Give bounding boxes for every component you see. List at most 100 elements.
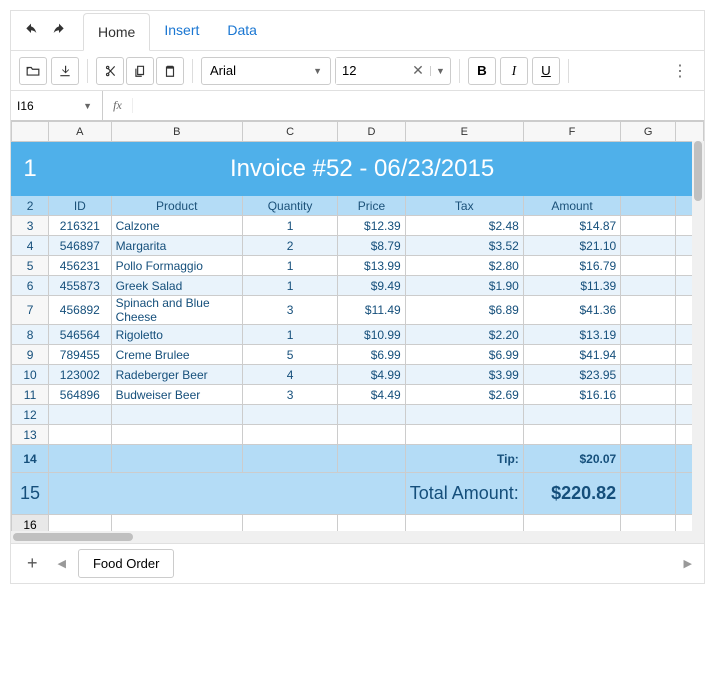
cell[interactable] xyxy=(621,365,676,385)
cell[interactable]: $3.52 xyxy=(405,236,523,256)
cell-ref-dropdown[interactable]: ▼ xyxy=(83,101,96,111)
cell[interactable]: 546897 xyxy=(49,236,111,256)
cell[interactable] xyxy=(621,473,676,515)
cell[interactable]: 3 xyxy=(242,385,337,405)
copy-button[interactable] xyxy=(126,57,154,85)
cell[interactable]: $41.36 xyxy=(523,296,620,325)
cell[interactable]: Budweiser Beer xyxy=(111,385,242,405)
cell[interactable] xyxy=(621,256,676,276)
cell[interactable] xyxy=(111,405,242,425)
cell[interactable] xyxy=(49,473,406,515)
cell[interactable]: $6.89 xyxy=(405,296,523,325)
cell[interactable]: Calzone xyxy=(111,216,242,236)
col-header-B[interactable]: B xyxy=(111,122,242,142)
cell[interactable] xyxy=(405,425,523,445)
font-select[interactable]: Arial xyxy=(201,57,331,85)
cell[interactable]: $10.99 xyxy=(338,325,406,345)
col-header-E[interactable]: E xyxy=(405,122,523,142)
cell[interactable]: $20.07 xyxy=(523,445,620,473)
cell[interactable]: $12.39 xyxy=(338,216,406,236)
cell[interactable]: Spinach and Blue Cheese xyxy=(111,296,242,325)
cell[interactable] xyxy=(338,515,406,532)
cell[interactable]: Pollo Formaggio xyxy=(111,256,242,276)
cell[interactable]: 2 xyxy=(242,236,337,256)
cell[interactable]: $16.79 xyxy=(523,256,620,276)
cell[interactable]: $3.99 xyxy=(405,365,523,385)
cell[interactable]: $220.82 xyxy=(523,473,620,515)
cell[interactable] xyxy=(49,405,111,425)
cell[interactable]: $41.94 xyxy=(523,345,620,365)
cell[interactable] xyxy=(621,425,676,445)
font-size-dropdown[interactable]: ▼ xyxy=(430,66,450,76)
cell[interactable] xyxy=(405,405,523,425)
cell[interactable] xyxy=(621,325,676,345)
tab-insert[interactable]: Insert xyxy=(150,12,213,50)
font-size-clear[interactable]: ✕ xyxy=(406,62,430,79)
cell[interactable] xyxy=(523,405,620,425)
cell[interactable]: $6.99 xyxy=(405,345,523,365)
cell[interactable]: 123002 xyxy=(49,365,111,385)
cell[interactable]: 564896 xyxy=(49,385,111,405)
redo-button[interactable] xyxy=(47,19,71,43)
cell[interactable] xyxy=(621,236,676,256)
cell[interactable]: $2.80 xyxy=(405,256,523,276)
cell[interactable] xyxy=(49,445,111,473)
cut-button[interactable] xyxy=(96,57,124,85)
row-header[interactable]: 3 xyxy=(12,216,49,236)
cell[interactable]: 456892 xyxy=(49,296,111,325)
cell[interactable] xyxy=(621,276,676,296)
col-header-F[interactable]: F xyxy=(523,122,620,142)
horizontal-scrollbar[interactable] xyxy=(11,531,704,543)
cell[interactable]: $13.99 xyxy=(338,256,406,276)
sheet-nav-next[interactable]: ▶ xyxy=(680,553,696,574)
more-options-button[interactable]: ⋮ xyxy=(664,57,696,85)
cell[interactable]: Amount xyxy=(523,196,620,216)
cell[interactable]: Margarita xyxy=(111,236,242,256)
row-header[interactable]: 13 xyxy=(12,425,49,445)
cell[interactable]: $6.99 xyxy=(338,345,406,365)
italic-button[interactable]: I xyxy=(500,57,528,85)
row-header[interactable]: 6 xyxy=(12,276,49,296)
open-button[interactable] xyxy=(19,57,47,85)
row-header[interactable]: 10 xyxy=(12,365,49,385)
cell[interactable]: 1 xyxy=(242,216,337,236)
cell[interactable]: 1 xyxy=(242,276,337,296)
cell[interactable] xyxy=(621,296,676,325)
row-header[interactable]: 4 xyxy=(12,236,49,256)
cell[interactable]: $11.39 xyxy=(523,276,620,296)
cell[interactable] xyxy=(621,345,676,365)
cell[interactable]: ID xyxy=(49,196,111,216)
select-all-corner[interactable] xyxy=(12,122,49,142)
row-header[interactable]: 9 xyxy=(12,345,49,365)
row-header[interactable]: 5 xyxy=(12,256,49,276)
cell[interactable] xyxy=(338,405,406,425)
row-header[interactable]: 16 xyxy=(12,515,49,532)
cell[interactable] xyxy=(621,405,676,425)
cell[interactable]: $9.49 xyxy=(338,276,406,296)
cell[interactable]: Quantity xyxy=(242,196,337,216)
paste-button[interactable] xyxy=(156,57,184,85)
cell[interactable]: 3 xyxy=(242,296,337,325)
cell[interactable] xyxy=(242,425,337,445)
cell[interactable] xyxy=(111,425,242,445)
row-header[interactable]: 14 xyxy=(12,445,49,473)
cell[interactable]: Creme Brulee xyxy=(111,345,242,365)
cell[interactable]: $23.95 xyxy=(523,365,620,385)
cell[interactable]: Radeberger Beer xyxy=(111,365,242,385)
cell[interactable]: Price xyxy=(338,196,406,216)
cell[interactable]: $14.87 xyxy=(523,216,620,236)
cell[interactable] xyxy=(621,385,676,405)
tab-data[interactable]: Data xyxy=(213,12,271,50)
cell[interactable]: Greek Salad xyxy=(111,276,242,296)
cell[interactable] xyxy=(49,425,111,445)
cell[interactable]: 789455 xyxy=(49,345,111,365)
row-header[interactable]: 15 xyxy=(12,473,49,515)
cell[interactable]: Invoice #52 - 06/23/2015 xyxy=(49,142,676,196)
cell[interactable] xyxy=(523,425,620,445)
row-header[interactable]: 12 xyxy=(12,405,49,425)
col-header-G[interactable]: G xyxy=(621,122,676,142)
cell[interactable] xyxy=(111,445,242,473)
row-header[interactable]: 1 xyxy=(12,142,49,196)
hscroll-thumb[interactable] xyxy=(13,533,133,541)
row-header[interactable]: 8 xyxy=(12,325,49,345)
